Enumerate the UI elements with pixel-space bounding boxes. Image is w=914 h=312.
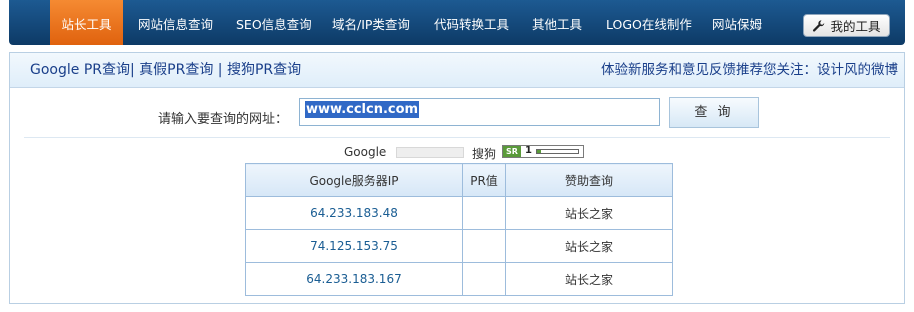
link-real-fake-pr[interactable]: 真假PR查询	[139, 62, 213, 78]
url-input-label: 请输入要查询的网址：	[158, 112, 289, 127]
nav-item-domain-ip[interactable]: 域名/IP类查询	[332, 0, 410, 45]
sogou-rank-badge: SR 1	[502, 145, 584, 158]
nav-item-site-info[interactable]: 网站信息查询	[138, 0, 213, 45]
feedback-notice-link[interactable]: 体验新服务和意见反馈推荐您关注：设计风的微博	[601, 53, 898, 87]
url-input[interactable]: www.cclcn.com	[299, 98, 660, 126]
query-button[interactable]: 查 询	[669, 97, 759, 128]
col-header-sponsor: 赞助查询	[505, 163, 673, 197]
link-google-pr[interactable]: Google PR查询	[30, 62, 130, 78]
sponsor-cell: 站长之家	[505, 262, 673, 296]
sogou-rank-value: 1	[525, 145, 532, 156]
google-pr-bar	[396, 147, 464, 158]
sogou-rank-label: 搜狗	[472, 147, 497, 161]
link-sogou-pr[interactable]: 搜狗PR查询	[227, 62, 301, 78]
sponsor-cell: 站长之家	[505, 229, 673, 263]
table-row: 64.233.183.167 站长之家	[245, 262, 673, 296]
wrench-icon	[812, 19, 826, 33]
google-ip-table: Google服务器IP PR值 赞助查询 64.233.183.48 站长之家 …	[245, 163, 673, 296]
link-separator: |	[217, 62, 223, 78]
my-tools-button[interactable]: 我的工具	[803, 14, 890, 37]
my-tools-label: 我的工具	[830, 19, 881, 34]
sr-logo: SR	[503, 146, 521, 157]
link-separator: |	[130, 62, 135, 78]
nav-item-logo-maker[interactable]: LOGO在线制作	[606, 0, 692, 45]
top-navigation: 站长工具 网站信息查询 SEO信息查询 域名/IP类查询 代码转换工具 其他工具…	[9, 0, 905, 45]
nav-item-other-tools[interactable]: 其他工具	[532, 0, 582, 45]
nav-item-webmaster-tools[interactable]: 站长工具	[50, 0, 123, 45]
table-row: 74.125.153.75 站长之家	[245, 229, 673, 263]
ip-cell[interactable]: 74.125.153.75	[245, 229, 463, 263]
sub-toolbar: Google PR查询| 真假PR查询 | 搜狗PR查询 体验新服务和意见反馈推…	[10, 53, 904, 88]
ip-cell[interactable]: 64.233.183.167	[245, 262, 463, 296]
pr-cell	[462, 229, 506, 263]
nav-item-seo-info[interactable]: SEO信息查询	[236, 0, 312, 45]
nav-item-site-nanny[interactable]: 网站保姆	[712, 0, 762, 45]
pr-query-links: Google PR查询| 真假PR查询 | 搜狗PR查询	[30, 53, 301, 87]
sogou-rank-track	[536, 149, 579, 154]
col-header-ip: Google服务器IP	[245, 163, 463, 197]
sogou-rank-fill	[537, 150, 542, 153]
col-header-pr: PR值	[462, 163, 506, 197]
table-row: 64.233.183.48 站长之家	[245, 196, 673, 230]
pr-cell	[462, 196, 506, 230]
url-input-value: www.cclcn.com	[305, 101, 420, 118]
divider	[24, 137, 890, 138]
main-content: Google PR查询| 真假PR查询 | 搜狗PR查询 体验新服务和意见反馈推…	[9, 52, 905, 304]
google-pr-label: Google	[344, 145, 387, 159]
sponsor-cell: 站长之家	[505, 196, 673, 230]
pr-cell	[462, 262, 506, 296]
table-header-row: Google服务器IP PR值 赞助查询	[245, 163, 673, 197]
ip-cell[interactable]: 64.233.183.48	[245, 196, 463, 230]
nav-item-code-convert[interactable]: 代码转换工具	[434, 0, 509, 45]
